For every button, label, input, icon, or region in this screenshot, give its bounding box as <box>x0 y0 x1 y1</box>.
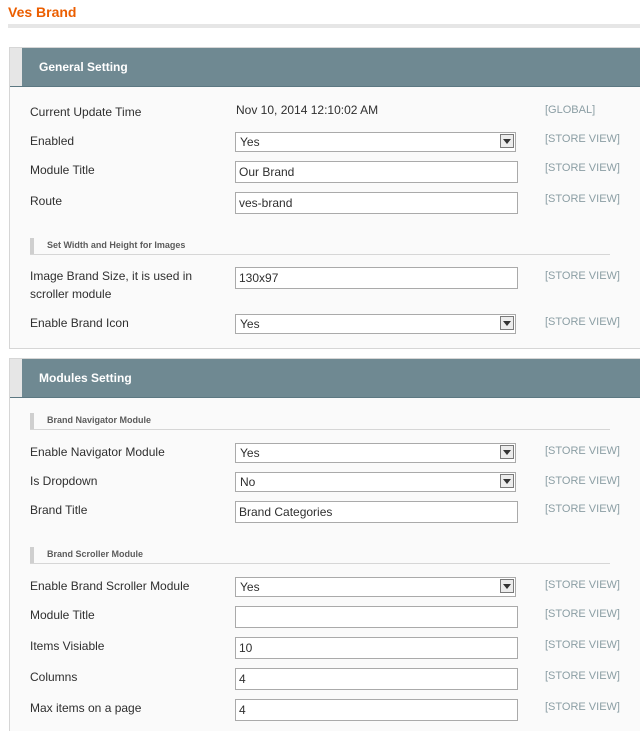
enable-scroller-selected-value: Yes <box>240 580 260 594</box>
brand-title-input[interactable]: Brand Categories <box>235 501 518 523</box>
scroller-subheading-text: Brand Scroller Module <box>47 549 144 559</box>
header-accent-bar <box>10 359 22 397</box>
image-size-input[interactable]: 130x97 <box>235 267 518 289</box>
enable-navigator-label: Enable Navigator Module <box>30 445 165 459</box>
scroller-title-input[interactable] <box>235 606 518 628</box>
image-size-label-line1: Image Brand Size, it is used in <box>30 269 193 283</box>
chevron-down-icon[interactable] <box>500 134 514 148</box>
enabled-select[interactable]: Yes <box>235 132 516 152</box>
columns-input[interactable]: 4 <box>235 668 518 690</box>
items-visible-input[interactable]: 10 <box>235 637 518 659</box>
general-setting-title: General Setting <box>39 60 128 74</box>
subheading-bar <box>30 238 34 254</box>
scope-label: [STORE VIEW] <box>545 445 620 457</box>
scroller-subheading: Brand Scroller Module <box>30 547 610 564</box>
enable-scroller-select[interactable]: Yes <box>235 577 516 597</box>
enable-navigator-selected-value: Yes <box>240 446 260 460</box>
page-title: Ves Brand <box>8 4 77 20</box>
scope-label: [STORE VIEW] <box>545 270 620 282</box>
scope-label: [STORE VIEW] <box>545 670 620 682</box>
modules-setting-section: Modules Setting Brand Navigator Module E… <box>9 358 640 731</box>
chevron-down-icon[interactable] <box>500 316 514 330</box>
columns-label: Columns <box>30 670 78 684</box>
image-size-label-line2: scroller module <box>30 287 112 301</box>
is-dropdown-selected-value: No <box>240 475 256 489</box>
brand-title-label: Brand Title <box>30 503 88 517</box>
subheading-bar <box>30 547 34 563</box>
scope-label: [STORE VIEW] <box>545 701 620 713</box>
scope-label: [STORE VIEW] <box>545 316 620 328</box>
is-dropdown-select[interactable]: No <box>235 472 516 492</box>
route-input[interactable]: ves-brand <box>235 192 518 214</box>
max-items-label: Max items on a page <box>30 701 142 715</box>
items-visible-label: Items Visiable <box>30 639 105 653</box>
enabled-selected-value: Yes <box>240 135 260 149</box>
scroller-title-label: Module Title <box>30 608 95 622</box>
is-dropdown-label: Is Dropdown <box>30 474 98 488</box>
route-label: Route <box>30 194 63 208</box>
general-setting-section: General Setting Current Update Time Nov … <box>9 47 640 349</box>
scope-label: [STORE VIEW] <box>545 608 620 620</box>
general-setting-header[interactable]: General Setting <box>10 48 640 87</box>
brand-icon-label: Enable Brand Icon <box>30 316 129 330</box>
module-title-input[interactable]: Our Brand <box>235 161 518 183</box>
scope-label: [GLOBAL] <box>545 104 596 116</box>
scope-label: [STORE VIEW] <box>545 162 620 174</box>
modules-setting-header[interactable]: Modules Setting <box>10 359 640 398</box>
brand-icon-select[interactable]: Yes <box>235 314 516 334</box>
scope-label: [STORE VIEW] <box>545 579 620 591</box>
scope-label: [STORE VIEW] <box>545 503 620 515</box>
enable-navigator-select[interactable]: Yes <box>235 443 516 463</box>
header-accent-bar <box>10 48 22 86</box>
max-items-input[interactable]: 4 <box>235 699 518 721</box>
module-title-label: Module Title <box>30 163 95 177</box>
enable-scroller-label: Enable Brand Scroller Module <box>30 579 190 593</box>
scope-label: [STORE VIEW] <box>545 193 620 205</box>
images-subheading: Set Width and Height for Images <box>30 238 610 255</box>
navigator-subheading: Brand Navigator Module <box>30 413 610 430</box>
current-update-value: Nov 10, 2014 12:10:02 AM <box>236 103 379 117</box>
chevron-down-icon[interactable] <box>500 445 514 459</box>
navigator-subheading-text: Brand Navigator Module <box>47 415 152 425</box>
current-update-label: Current Update Time <box>30 105 142 119</box>
chevron-down-icon[interactable] <box>500 474 514 488</box>
scope-label: [STORE VIEW] <box>545 639 620 651</box>
subheading-bar <box>30 413 34 429</box>
brand-icon-selected-value: Yes <box>240 317 260 331</box>
scope-label: [STORE VIEW] <box>545 475 620 487</box>
enabled-label: Enabled <box>30 134 75 148</box>
images-subheading-text: Set Width and Height for Images <box>47 240 186 250</box>
title-divider <box>8 24 640 28</box>
modules-setting-title: Modules Setting <box>39 371 132 385</box>
scope-label: [STORE VIEW] <box>545 133 620 145</box>
chevron-down-icon[interactable] <box>500 579 514 593</box>
